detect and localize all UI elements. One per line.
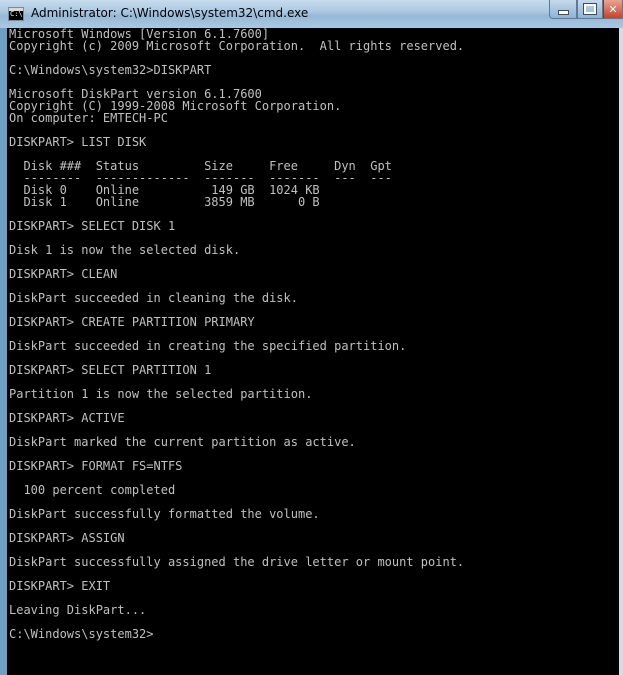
console-line: DISKPART> CLEAN bbox=[9, 267, 118, 281]
console-output[interactable]: Microsoft Windows [Version 6.1.7600] Copy… bbox=[7, 28, 619, 675]
console-line: DISKPART> SELECT DISK 1 bbox=[9, 219, 176, 233]
maximize-icon bbox=[583, 3, 597, 15]
console-line: Copyright (c) 2009 Microsoft Corporation… bbox=[9, 39, 465, 53]
console-line: DISKPART> CREATE PARTITION PRIMARY bbox=[9, 315, 255, 329]
scrollbar[interactable] bbox=[619, 28, 623, 675]
console-line: DiskPart succeeded in cleaning the disk. bbox=[9, 291, 298, 305]
window-title: Administrator: C:\Windows\system32\cmd.e… bbox=[31, 6, 309, 20]
console-line: DiskPart successfully assigned the drive… bbox=[9, 555, 465, 569]
window-controls: ✕ bbox=[549, 0, 623, 20]
title-bar[interactable]: C:\. Administrator: C:\Windows\system32\… bbox=[0, 0, 623, 28]
console-line: C:\Windows\system32>DISKPART bbox=[9, 63, 212, 77]
console-line: 100 percent completed bbox=[9, 483, 176, 497]
close-button[interactable]: ✕ bbox=[603, 0, 623, 19]
minimize-icon bbox=[557, 10, 569, 15]
console-line: DISKPART> EXIT bbox=[9, 579, 111, 593]
console-line: DISKPART> SELECT PARTITION 1 bbox=[9, 363, 212, 377]
maximize-button[interactable] bbox=[577, 0, 603, 19]
console-line: DiskPart succeeded in creating the speci… bbox=[9, 339, 407, 353]
console-line: DiskPart successfully formatted the volu… bbox=[9, 507, 320, 521]
cmd-icon[interactable]: C:\. bbox=[8, 7, 24, 21]
console-text: Microsoft Windows [Version 6.1.7600] Copy… bbox=[7, 28, 619, 640]
console-line: C:\Windows\system32> bbox=[9, 627, 154, 641]
minimize-button[interactable] bbox=[549, 0, 577, 19]
console-line: DISKPART> ACTIVE bbox=[9, 411, 125, 425]
close-icon: ✕ bbox=[608, 2, 618, 16]
cmd-window: C:\. Administrator: C:\Windows\system32\… bbox=[0, 0, 623, 675]
console-line: Partition 1 is now the selected partitio… bbox=[9, 387, 313, 401]
console-line: Leaving DiskPart... bbox=[9, 603, 147, 617]
console-line: Disk 1 is now the selected disk. bbox=[9, 243, 241, 257]
console-line: DISKPART> ASSIGN bbox=[9, 531, 125, 545]
console-line: Disk 1 Online 3859 MB 0 B bbox=[9, 195, 320, 209]
console-line: DiskPart marked the current partition as… bbox=[9, 435, 356, 449]
console-line: On computer: EMTECH-PC bbox=[9, 111, 168, 125]
console-line: DISKPART> LIST DISK bbox=[9, 135, 147, 149]
console-line: DISKPART> FORMAT FS=NTFS bbox=[9, 459, 183, 473]
